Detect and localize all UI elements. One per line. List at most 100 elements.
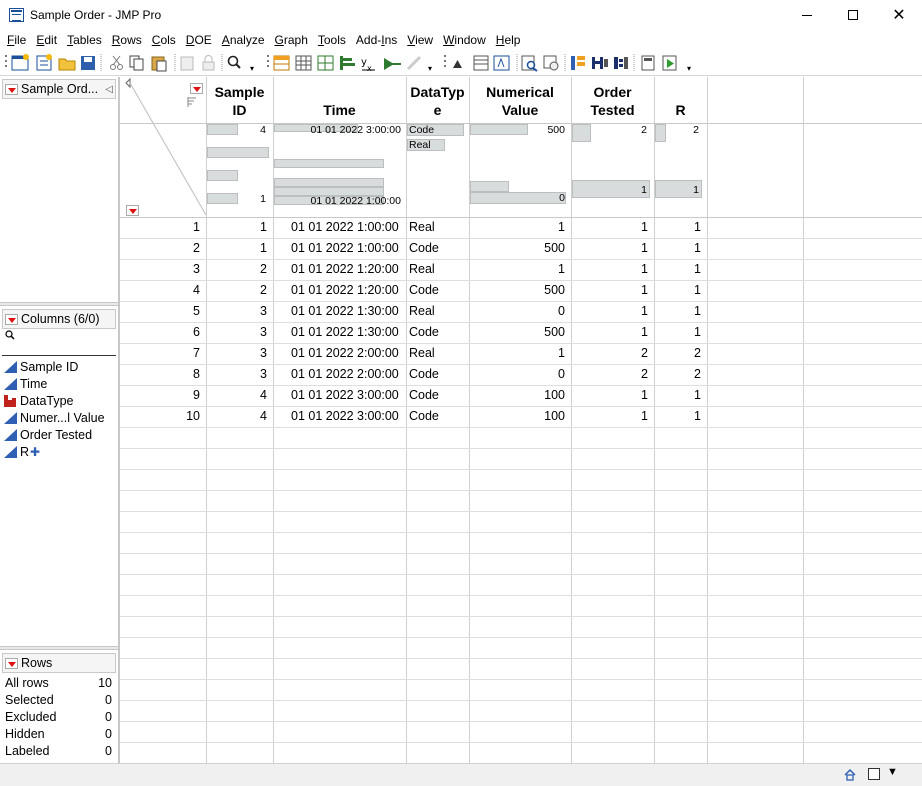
histogram-bar[interactable] — [274, 178, 384, 187]
menu-rows[interactable]: Rows — [108, 33, 146, 47]
cell-time[interactable]: 01 01 2022 1:00:00 — [291, 238, 406, 259]
menu-graph[interactable]: Graph — [271, 33, 312, 47]
rows-summary-item[interactable]: Labeled 0 — [2, 742, 116, 759]
row-number[interactable]: 2 — [120, 238, 200, 259]
maximize-button[interactable] — [830, 0, 876, 30]
cell-time[interactable]: 01 01 2022 2:00:00 — [291, 364, 406, 385]
cell-order-tested[interactable]: 1 — [571, 238, 648, 259]
menu-file[interactable]: File — [3, 33, 30, 47]
cell-r[interactable]: 1 — [654, 259, 701, 280]
cell-time[interactable]: 01 01 2022 3:00:00 — [291, 406, 406, 427]
cell-numerical-value[interactable]: 0 — [469, 364, 565, 385]
select-lines-icon[interactable] — [187, 96, 197, 108]
cell-sample-id[interactable]: 1 — [206, 238, 267, 259]
cell-sample-id[interactable]: 3 — [206, 343, 267, 364]
cell-sample-id[interactable]: 4 — [206, 385, 267, 406]
row-number[interactable]: 1 — [120, 217, 200, 238]
columns-panel-header[interactable]: Columns (6/0) — [2, 309, 116, 329]
cell-numerical-value[interactable]: 500 — [469, 280, 565, 301]
rows-summary-item[interactable]: Selected 0 — [2, 691, 116, 708]
cell-order-tested[interactable]: 1 — [571, 217, 648, 238]
chevron-down-icon[interactable]: ▼ — [887, 766, 898, 778]
cell-datatype[interactable]: Code — [409, 238, 469, 259]
red-triangle-menu-icon[interactable] — [5, 657, 18, 669]
cell-r[interactable]: 1 — [654, 217, 701, 238]
cell-order-tested[interactable]: 1 — [571, 322, 648, 343]
rows-summary-item[interactable]: Hidden 0 — [2, 725, 116, 742]
cell-time[interactable]: 01 01 2022 3:00:00 — [291, 385, 406, 406]
row-number[interactable]: 6 — [120, 322, 200, 343]
minimize-button[interactable] — [784, 0, 830, 30]
columns-search-field[interactable] — [2, 330, 116, 348]
column-item[interactable]: R ✚ — [2, 443, 116, 460]
columns-red-triangle-icon[interactable] — [190, 83, 203, 94]
panel-splitter[interactable] — [0, 302, 118, 306]
red-triangle-menu-icon[interactable] — [5, 83, 18, 95]
column-header[interactable]: Numerical Value — [469, 79, 571, 123]
cell-datatype[interactable]: Code — [409, 280, 469, 301]
close-button[interactable]: ✕ — [876, 0, 922, 30]
cell-order-tested[interactable]: 1 — [571, 406, 648, 427]
histogram-bar[interactable] — [470, 181, 509, 192]
column-item[interactable]: Numer...l Value — [2, 409, 116, 426]
cell-datatype[interactable]: Real — [409, 259, 469, 280]
cell-time[interactable]: 01 01 2022 1:20:00 — [291, 280, 406, 301]
cell-r[interactable]: 2 — [654, 343, 701, 364]
cell-numerical-value[interactable]: 1 — [469, 217, 565, 238]
cell-r[interactable]: 2 — [654, 364, 701, 385]
table-panel-header[interactable]: Sample Ord... ◁ — [2, 79, 116, 99]
row-number[interactable]: 5 — [120, 301, 200, 322]
menu-edit[interactable]: Edit — [32, 33, 61, 47]
cell-time[interactable]: 01 01 2022 1:00:00 — [291, 217, 406, 238]
histogram-bar[interactable] — [207, 170, 238, 181]
collapse-panel-icon[interactable]: ◁ — [105, 84, 113, 95]
menu-tools[interactable]: Tools — [314, 33, 350, 47]
cell-sample-id[interactable]: 4 — [206, 406, 267, 427]
cell-datatype[interactable]: Code — [409, 364, 469, 385]
cell-datatype[interactable]: Real — [409, 343, 469, 364]
menu-addins[interactable]: Add-Ins — [352, 33, 401, 47]
rows-summary-item[interactable]: All rows 10 — [2, 674, 116, 691]
menu-tables[interactable]: Tables — [63, 33, 106, 47]
cell-sample-id[interactable]: 3 — [206, 322, 267, 343]
row-number[interactable]: 10 — [120, 406, 200, 427]
cell-r[interactable]: 1 — [654, 385, 701, 406]
cell-r[interactable]: 1 — [654, 301, 701, 322]
column-header[interactable]: DataTyp e — [406, 79, 469, 123]
menu-view[interactable]: View — [403, 33, 437, 47]
histogram-bar[interactable] — [274, 159, 384, 168]
row-number[interactable]: 4 — [120, 280, 200, 301]
cell-numerical-value[interactable]: 100 — [469, 406, 565, 427]
column-item[interactable]: Time — [2, 375, 116, 392]
cell-order-tested[interactable]: 1 — [571, 385, 648, 406]
cell-order-tested[interactable]: 1 — [571, 259, 648, 280]
row-number[interactable]: 7 — [120, 343, 200, 364]
menu-window[interactable]: Window — [439, 33, 490, 47]
cell-datatype[interactable]: Code — [409, 385, 469, 406]
cell-sample-id[interactable]: 2 — [206, 259, 267, 280]
column-item[interactable]: DataType — [2, 392, 116, 409]
cell-datatype[interactable]: Code — [409, 322, 469, 343]
menu-cols[interactable]: Cols — [148, 33, 180, 47]
cell-r[interactable]: 1 — [654, 322, 701, 343]
window-list-icon[interactable] — [868, 768, 880, 780]
cell-numerical-value[interactable]: 500 — [469, 238, 565, 259]
cell-sample-id[interactable]: 3 — [206, 364, 267, 385]
home-icon[interactable] — [843, 768, 857, 782]
cell-sample-id[interactable]: 1 — [206, 217, 267, 238]
cell-time[interactable]: 01 01 2022 1:30:00 — [291, 322, 406, 343]
cell-order-tested[interactable]: 1 — [571, 280, 648, 301]
cell-r[interactable]: 1 — [654, 238, 701, 259]
cell-order-tested[interactable]: 2 — [571, 343, 648, 364]
cell-time[interactable]: 01 01 2022 1:30:00 — [291, 301, 406, 322]
cell-r[interactable]: 1 — [654, 406, 701, 427]
row-number[interactable]: 8 — [120, 364, 200, 385]
panel-splitter[interactable] — [0, 646, 118, 650]
cell-r[interactable]: 1 — [654, 280, 701, 301]
column-header[interactable]: Sample ID — [206, 79, 273, 123]
column-header[interactable]: R — [654, 79, 707, 123]
rows-panel-header[interactable]: Rows — [2, 653, 116, 673]
menu-analyze[interactable]: Analyze — [218, 33, 269, 47]
cell-datatype[interactable]: Code — [409, 406, 469, 427]
cell-numerical-value[interactable]: 100 — [469, 385, 565, 406]
